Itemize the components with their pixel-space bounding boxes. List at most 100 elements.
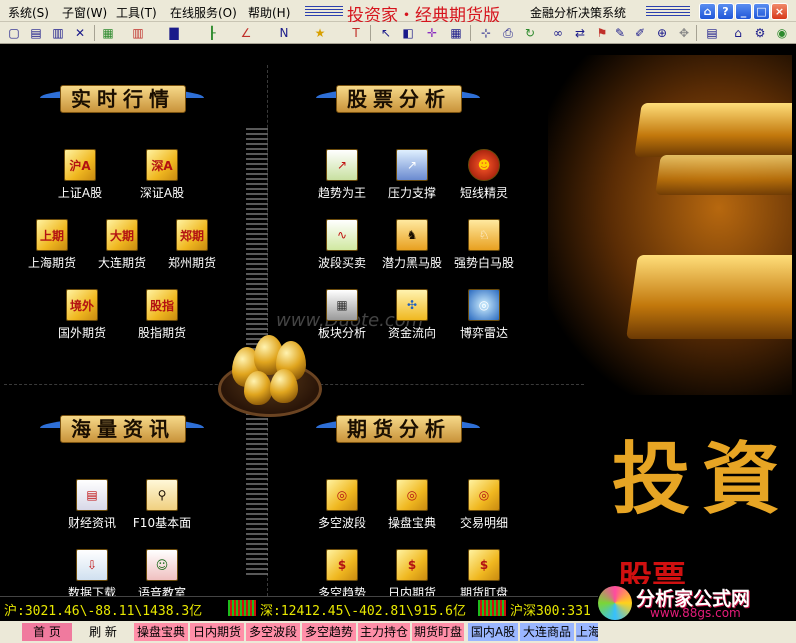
target-icon: ◎ bbox=[396, 479, 428, 511]
draw-line-icon[interactable]: ∠ bbox=[238, 25, 254, 41]
minimize-icon[interactable]: _ bbox=[735, 3, 752, 20]
tile-short-line-elf[interactable]: ☻ 短线精灵 bbox=[444, 149, 524, 201]
menu-tools[interactable]: 工具(T) bbox=[116, 4, 157, 21]
help-icon[interactable]: ? bbox=[717, 3, 734, 20]
tile-dalian-futures[interactable]: 大期 大连期货 bbox=[82, 219, 162, 271]
menu-bar: 系统(S) 子窗(W) 工具(T) 在线服务(O) 帮助(H) 投资家・经典期货… bbox=[0, 0, 796, 26]
home-icon[interactable]: ⌂ bbox=[730, 25, 746, 41]
close-icon[interactable]: × bbox=[771, 3, 788, 20]
tile-wave-trading[interactable]: ∿ 波段买卖 bbox=[302, 219, 382, 271]
tab-long-short-wave[interactable]: 多空波段 bbox=[246, 623, 300, 641]
tile-intraday-futures[interactable]: $ 日内期货 bbox=[372, 549, 452, 596]
ticker-shenzhen: 深:12412.45\-402.81\915.6亿 bbox=[260, 604, 467, 619]
tile-long-short-wave[interactable]: ◎ 多空波段 bbox=[302, 479, 382, 531]
table-icon[interactable]: ▤ bbox=[704, 25, 720, 41]
pencil-icon[interactable]: ✎ bbox=[612, 25, 628, 41]
menu-subwindow[interactable]: 子窗(W) bbox=[62, 4, 107, 21]
money-bag-icon: $ bbox=[326, 549, 358, 581]
ticker-bar bbox=[478, 600, 506, 616]
split-vertical-icon[interactable]: ▥ bbox=[50, 25, 66, 41]
home-icon[interactable]: ⌂ bbox=[699, 3, 716, 20]
tile-foreign-futures[interactable]: 境外 国外期货 bbox=[42, 289, 122, 341]
tab-main-positions[interactable]: 主力持仓 bbox=[358, 623, 410, 641]
split-horizontal-icon[interactable]: ▤ bbox=[28, 25, 44, 41]
network-icon[interactable]: ⊹ bbox=[478, 25, 494, 41]
grid-icon[interactable]: ▦ bbox=[448, 25, 464, 41]
tile-shenzhen-a[interactable]: 深A 深证A股 bbox=[122, 149, 202, 201]
tab-home[interactable]: 首 页 bbox=[22, 623, 72, 641]
tab-trading-manual[interactable]: 操盘宝典 bbox=[134, 623, 188, 641]
settings-icon[interactable]: ⚙ bbox=[752, 25, 768, 41]
tab-refresh[interactable]: 刷 新 bbox=[76, 623, 130, 641]
tile-trading-manual[interactable]: ◎ 操盘宝典 bbox=[372, 479, 452, 531]
edit-icon[interactable]: ✐ bbox=[632, 25, 648, 41]
toolbar-separator bbox=[470, 25, 471, 41]
tab-domestic-a-shares[interactable]: 国内A股 bbox=[468, 623, 518, 641]
section-futures-analysis-label: 期货分析 bbox=[347, 417, 451, 441]
tab-shanghai[interactable]: 上海 bbox=[576, 623, 598, 641]
cursor-icon[interactable]: ↖ bbox=[378, 25, 394, 41]
print-icon[interactable]: ⎙ bbox=[500, 25, 516, 41]
money-flow-icon: ✣ bbox=[396, 289, 428, 321]
tile-trend-king[interactable]: ↗ 趋势为王 bbox=[302, 149, 382, 201]
crosshair-icon[interactable]: ✛ bbox=[424, 25, 440, 41]
sh-a-icon: 沪A bbox=[64, 149, 96, 181]
tile-pressure-support[interactable]: ↗ 压力支撑 bbox=[372, 149, 452, 201]
tile-finance-news[interactable]: ▤ 财经资讯 bbox=[52, 479, 132, 531]
text-tool-icon[interactable]: T bbox=[348, 25, 364, 41]
close-window-icon[interactable]: ✕ bbox=[72, 25, 88, 41]
tile-shanghai-a[interactable]: 沪A 上证A股 bbox=[40, 149, 120, 201]
tile-label: 操盘宝典 bbox=[387, 516, 436, 530]
white-horse-icon: ♘ bbox=[468, 219, 500, 251]
tab-intraday-futures[interactable]: 日内期货 bbox=[190, 623, 244, 641]
money-bag-icon: $ bbox=[468, 549, 500, 581]
tile-black-horse[interactable]: ♞ 潜力黑马股 bbox=[372, 219, 452, 271]
tile-f10-fundamentals[interactable]: ⚲ F10基本面 bbox=[122, 479, 202, 531]
tile-voice-classroom[interactable]: ☺ 语音教室 bbox=[122, 549, 202, 596]
tile-label: 趋势为王 bbox=[317, 186, 366, 200]
alert-icon[interactable]: ⚑ bbox=[594, 25, 610, 41]
chart-type-icon[interactable]: ▦ bbox=[100, 25, 116, 41]
tab-long-short-trend[interactable]: 多空趋势 bbox=[302, 623, 356, 641]
ticker-shanghai: 沪:3021.46\-88.11\1438.3亿 bbox=[4, 604, 203, 619]
tile-game-radar[interactable]: ◎ 博弈雷达 bbox=[444, 289, 524, 341]
tile-long-short-trend[interactable]: $ 多空趋势 bbox=[302, 549, 382, 596]
period-icon[interactable]: ▇ bbox=[166, 25, 182, 41]
tile-data-download[interactable]: ⇩ 数据下载 bbox=[52, 549, 132, 596]
tile-zhengzhou-futures[interactable]: 郑期 郑州期货 bbox=[152, 219, 232, 271]
section-futures-analysis: 期货分析 bbox=[316, 410, 480, 444]
menu-online-service[interactable]: 在线服务(O) bbox=[170, 4, 237, 21]
tile-white-horse[interactable]: ♘ 强势白马股 bbox=[444, 219, 524, 271]
tile-label: 数据下载 bbox=[67, 586, 116, 596]
tile-shanghai-futures[interactable]: 上期 上海期货 bbox=[12, 219, 92, 271]
sz-a-icon: 深A bbox=[146, 149, 178, 181]
refresh-icon[interactable]: ↻ bbox=[522, 25, 538, 41]
zoom-icon[interactable]: ⊕ bbox=[654, 25, 670, 41]
tile-futures-monitor[interactable]: $ 期货盯盘 bbox=[444, 549, 524, 596]
favorite-icon[interactable]: ★ bbox=[312, 25, 328, 41]
menu-help[interactable]: 帮助(H) bbox=[248, 4, 290, 21]
connect-icon[interactable]: ◉ bbox=[774, 25, 790, 41]
devil-icon: ☻ bbox=[468, 149, 500, 181]
tile-label: 压力支撑 bbox=[387, 186, 436, 200]
gold-bars-image bbox=[548, 55, 792, 395]
move-icon[interactable]: ✥ bbox=[676, 25, 692, 41]
icon-text: 境外 bbox=[69, 298, 94, 313]
maximize-icon[interactable]: □ bbox=[753, 3, 770, 20]
toolbar-separator bbox=[696, 25, 697, 41]
tab-dalian-commodities[interactable]: 大连商品 bbox=[520, 623, 574, 641]
kline-icon[interactable]: ┠ bbox=[204, 25, 220, 41]
news-icon[interactable]: N bbox=[276, 25, 292, 41]
new-window-icon[interactable]: ▢ bbox=[6, 25, 22, 41]
tile-index-futures[interactable]: 股指 股指期货 bbox=[122, 289, 202, 341]
compare-icon[interactable]: ⇄ bbox=[572, 25, 588, 41]
layers-icon[interactable]: ◧ bbox=[400, 25, 416, 41]
menu-system[interactable]: 系统(S) bbox=[8, 4, 49, 21]
section-news: 海量资讯 bbox=[40, 410, 204, 444]
tile-money-flow[interactable]: ✣ 资金流向 bbox=[372, 289, 452, 341]
title-decoration bbox=[646, 6, 690, 17]
indicator-icon[interactable]: ▥ bbox=[130, 25, 146, 41]
link-icon[interactable]: ∞ bbox=[550, 25, 566, 41]
tile-trade-details[interactable]: ◎ 交易明细 bbox=[444, 479, 524, 531]
tab-futures-monitor[interactable]: 期货盯盘 bbox=[412, 623, 464, 641]
